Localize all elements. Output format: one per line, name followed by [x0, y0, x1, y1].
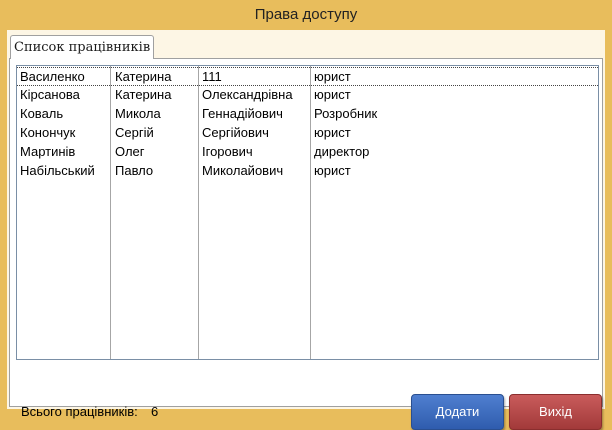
list-cell: Коваль [20, 106, 64, 121]
list-cell: 111 [202, 69, 222, 84]
list-cell: Сергій [115, 125, 154, 140]
total-employees-label: Всього працівників: [21, 404, 138, 419]
list-cell: Олександрівна [202, 87, 293, 102]
list-cell: Сергійович [202, 125, 269, 140]
list-cell: Василенко [20, 69, 85, 84]
employee-list[interactable]: Василенко Катерина 111 юрист Кірсанова Катери… [16, 65, 599, 360]
list-cell: Павло [115, 163, 154, 178]
list-cell: директор [314, 144, 370, 159]
window-title: Права доступу [254, 6, 358, 23]
list-cell: Кірсанова [20, 87, 80, 102]
list-cell: юрист [314, 69, 351, 84]
total-employees-value: 6 [151, 404, 159, 419]
tab-employee-list[interactable]: Список працівників [10, 35, 154, 59]
list-cell: Набільський [20, 163, 95, 178]
list-item[interactable]: Василенко Катерина 111 юрист [17, 67, 598, 86]
list-cell: Катерина [115, 87, 172, 102]
list-cell: юрист [314, 87, 351, 102]
list-item[interactable]: Коваль Микола Геннадійович Розробник [17, 105, 598, 124]
list-item[interactable]: Набільський Павло Миколайович юрист [17, 162, 598, 181]
list-cell: Мартинів [20, 144, 76, 159]
list-cell: Катерина [115, 69, 172, 84]
list-cell: Геннадійович [202, 106, 283, 121]
list-cell: Олег [115, 144, 145, 159]
list-cell: Микола [115, 106, 161, 121]
list-cell: юрист [314, 163, 351, 178]
list-cell: Конончук [20, 125, 76, 140]
list-cell: Розробник [314, 106, 378, 121]
add-button[interactable]: Додати [411, 394, 504, 430]
list-cell: юрист [314, 125, 351, 140]
list-cell: Миколайович [202, 163, 284, 178]
tab-panel: Василенко Катерина 111 юрист Кірсанова Катери… [9, 58, 603, 430]
form-client-area: Список працівників Василенко Катерина 111 ю… [7, 30, 605, 430]
list-item[interactable]: Конончук Сергій Сергійович юрист [17, 124, 598, 143]
tab-label: Список працівників [14, 40, 151, 55]
list-item[interactable]: Кірсанова Катерина Олександрівна юрист [17, 86, 598, 105]
list-item[interactable]: Мартинів Олег Ігорович директор [17, 143, 598, 162]
exit-button[interactable]: Вихід [509, 394, 602, 430]
list-cell: Ігорович [202, 144, 253, 159]
